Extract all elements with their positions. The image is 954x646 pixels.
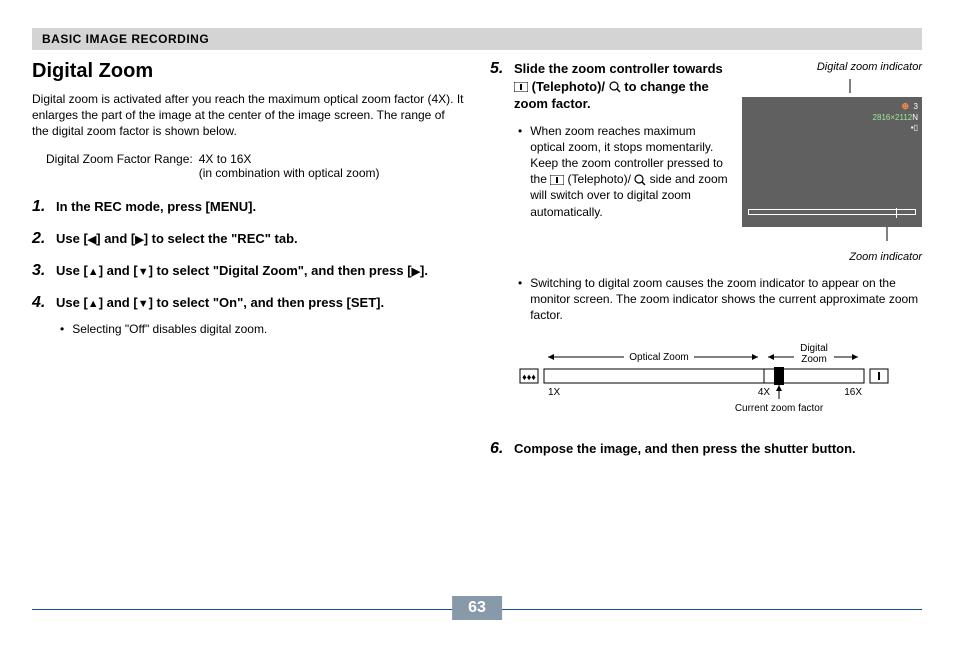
magnifier-icon bbox=[609, 81, 621, 93]
step-3: 3. Use [▲] and [▼] to select "Digital Zo… bbox=[32, 262, 464, 280]
current-zoom-label: Current zoom factor bbox=[735, 403, 824, 414]
digital-zoom-label-1: Digital bbox=[800, 343, 828, 354]
right-column: 5. Slide the zoom controller towards (Te… bbox=[490, 60, 922, 472]
leader-line-top bbox=[742, 79, 922, 93]
range-value: 4X to 16X bbox=[199, 152, 380, 166]
up-arrow-icon: ▲ bbox=[88, 297, 99, 312]
step-sublist: Switching to digital zoom causes the zoo… bbox=[514, 275, 922, 324]
t: Use [ bbox=[56, 295, 88, 310]
t: Use [ bbox=[56, 263, 88, 278]
t: ] and [ bbox=[96, 231, 135, 246]
tick-1x: 1X bbox=[548, 387, 561, 398]
zoom-mag-icon: ⊕ bbox=[902, 101, 910, 111]
digital-zoom-label-2: Zoom bbox=[801, 354, 827, 365]
t: Selecting "Off" disables digital zoom. bbox=[72, 321, 267, 337]
t: ] to select "Digital Zoom", and then pre… bbox=[149, 263, 412, 278]
step-number: 6. bbox=[490, 440, 514, 458]
step-5: 5. Slide the zoom controller towards (Te… bbox=[490, 60, 922, 426]
t: (Telephoto)/ bbox=[564, 172, 634, 186]
step-number: 2. bbox=[32, 230, 56, 248]
right-arrow-icon: ▶ bbox=[135, 233, 143, 248]
t: ]. bbox=[420, 263, 428, 278]
leader-line-bottom bbox=[742, 227, 922, 241]
step-1: 1. In the REC mode, press [MENU]. bbox=[32, 198, 464, 216]
step-sublist: Selecting "Off" disables digital zoom. bbox=[56, 321, 464, 337]
t: Use [ bbox=[56, 231, 88, 246]
step-4: 4. Use [▲] and [▼] to select "On", and t… bbox=[32, 294, 464, 344]
step-text: Use [▲] and [▼] to select "Digital Zoom"… bbox=[56, 262, 464, 280]
zoom-range-diagram: Optical Zoom Digital Zoom ♦♦♦ bbox=[514, 337, 894, 417]
optical-zoom-label: Optical Zoom bbox=[629, 352, 688, 363]
range-label: Digital Zoom Factor Range: bbox=[46, 152, 193, 180]
section-header: BASIC IMAGE RECORDING bbox=[32, 28, 922, 50]
left-column: Digital Zoom Digital zoom is activated a… bbox=[32, 60, 464, 472]
up-arrow-icon: ▲ bbox=[88, 265, 99, 280]
sub-item: When zoom reaches maximum optical zoom, … bbox=[514, 123, 732, 220]
lcd-screen: ⊕ 3 2816×2112N ▪▯ bbox=[742, 97, 922, 227]
zoom-bar-marker bbox=[896, 208, 897, 218]
magnifier-icon bbox=[634, 174, 646, 186]
step-6: 6. Compose the image, and then press the… bbox=[490, 440, 922, 458]
step-text: In the REC mode, press [MENU]. bbox=[56, 199, 256, 214]
t: When zoom reaches maximum optical zoom, … bbox=[530, 123, 732, 220]
wide-icon: ♦♦♦ bbox=[522, 372, 536, 382]
range-note: (in combination with optical zoom) bbox=[199, 166, 380, 180]
sub-item: Switching to digital zoom causes the zoo… bbox=[514, 275, 922, 324]
step-sublist: When zoom reaches maximum optical zoom, … bbox=[514, 123, 732, 220]
step-number: 3. bbox=[32, 262, 56, 280]
step-number: 1. bbox=[32, 198, 56, 216]
left-arrow-icon: ◀ bbox=[88, 233, 96, 248]
right-arrow-icon: ▶ bbox=[412, 265, 420, 280]
resolution-text: 2816×2112 bbox=[873, 113, 913, 122]
telephoto-icon bbox=[550, 175, 564, 185]
step-number: 4. bbox=[32, 294, 56, 344]
page-title: Digital Zoom bbox=[32, 60, 464, 83]
steps-list-right: 5. Slide the zoom controller towards (Te… bbox=[490, 60, 922, 458]
intro-paragraph: Digital zoom is activated after you reac… bbox=[32, 91, 464, 140]
step-number: 5. bbox=[490, 60, 514, 426]
t: ] to select the "REC" tab. bbox=[144, 231, 298, 246]
step-text: Slide the zoom controller towards (Telep… bbox=[514, 60, 732, 113]
zoom-indicator-label: Zoom indicator bbox=[742, 250, 922, 265]
t: Switching to digital zoom causes the zoo… bbox=[530, 275, 922, 324]
down-arrow-icon: ▼ bbox=[138, 265, 149, 280]
tick-16x: 16X bbox=[844, 387, 862, 398]
steps-list-left: 1. In the REC mode, press [MENU]. 2. Use… bbox=[32, 198, 464, 344]
page-footer: 63 bbox=[32, 596, 922, 624]
zoom-bar bbox=[748, 209, 916, 215]
step-2: 2. Use [◀] and [▶] to select the "REC" t… bbox=[32, 230, 464, 248]
down-arrow-icon: ▼ bbox=[138, 297, 149, 312]
shot-count: 3 bbox=[914, 102, 918, 111]
t: (Telephoto)/ bbox=[528, 79, 609, 94]
content-columns: Digital Zoom Digital zoom is activated a… bbox=[32, 60, 922, 472]
battery-icon: ▪▯ bbox=[873, 123, 918, 133]
telephoto-icon bbox=[514, 82, 528, 92]
t: ] and [ bbox=[99, 263, 138, 278]
t: ] and [ bbox=[99, 295, 138, 310]
page-number: 63 bbox=[452, 596, 502, 620]
tick-4x: 4X bbox=[758, 387, 771, 398]
step-text: Use [▲] and [▼] to select "On", and then… bbox=[56, 294, 464, 312]
digital-zoom-indicator-label: Digital zoom indicator bbox=[742, 60, 922, 75]
t: ] to select "On", and then press [SET]. bbox=[149, 295, 385, 310]
t: Slide the zoom controller towards bbox=[514, 61, 723, 76]
lcd-preview-block: Digital zoom indicator ⊕ 3 2816×2112N ▪▯ bbox=[742, 60, 922, 265]
zoom-range-block: Digital Zoom Factor Range: 4X to 16X (in… bbox=[46, 152, 464, 180]
sub-item: Selecting "Off" disables digital zoom. bbox=[56, 321, 464, 337]
step-text: Use [◀] and [▶] to select the "REC" tab. bbox=[56, 230, 464, 248]
step-text: Compose the image, and then press the sh… bbox=[514, 441, 856, 456]
quality-letter: N bbox=[912, 113, 918, 122]
